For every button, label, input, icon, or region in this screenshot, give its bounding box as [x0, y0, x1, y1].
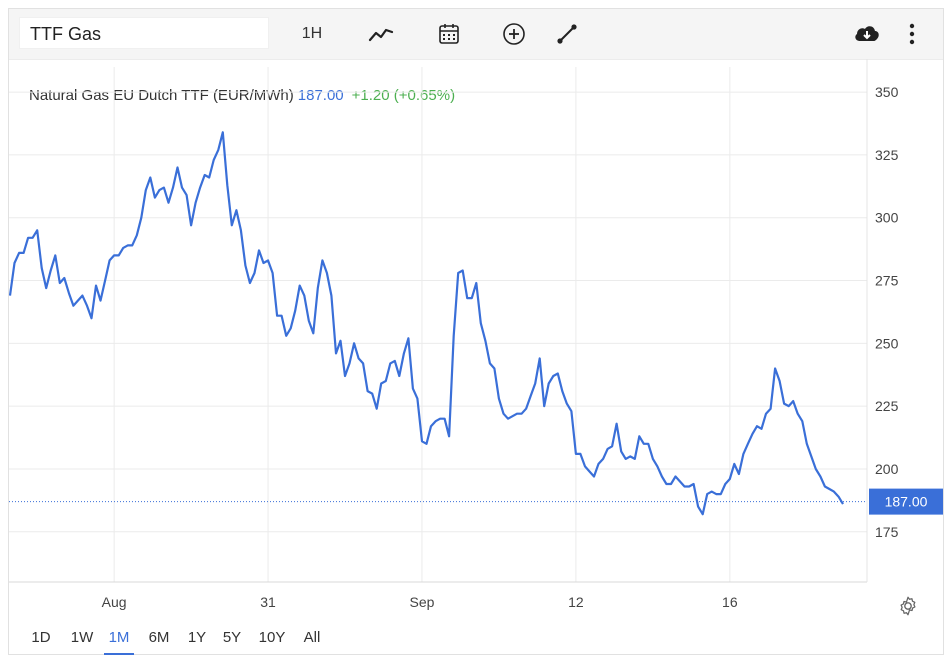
range-button-1w[interactable]: 1W	[64, 621, 100, 655]
cloud-download-icon[interactable]	[850, 17, 884, 51]
range-button-all[interactable]: All	[295, 621, 329, 655]
symbol-input[interactable]: TTF Gas	[19, 17, 269, 49]
x-tick-label: Aug	[102, 594, 127, 610]
interval-button[interactable]: 1H	[292, 17, 332, 51]
plus-circle-icon[interactable]	[497, 17, 531, 51]
x-tick-label: 16	[722, 594, 738, 610]
y-tick-label: 175	[875, 524, 899, 540]
calendar-icon[interactable]	[432, 17, 466, 51]
y-tick-label: 275	[875, 273, 899, 289]
range-button-5y[interactable]: 5Y	[216, 621, 248, 655]
chart-widget: TTF Gas 1H Natural Gas EU Dutch TTF (EUR…	[8, 8, 944, 655]
range-button-1y[interactable]: 1Y	[181, 621, 213, 655]
x-tick-label: Sep	[410, 594, 435, 610]
y-tick-label: 225	[875, 398, 899, 414]
price-line	[9, 131, 844, 516]
y-tick-label: 350	[875, 84, 899, 100]
range-button-1m[interactable]: 1M	[104, 621, 134, 655]
price-chart[interactable]: 350 325 300 275 250 225 200 175 Aug 31 Sep 12 16 18…	[9, 59, 945, 619]
x-tick-label: 12	[568, 594, 584, 610]
price-tag-label: 187.00	[885, 494, 928, 510]
toolbar: TTF Gas 1H	[9, 9, 943, 60]
line-chart-icon[interactable]	[364, 17, 398, 51]
draw-line-icon[interactable]	[550, 17, 584, 51]
range-button-10y[interactable]: 10Y	[252, 621, 292, 655]
x-tick-label: 31	[260, 594, 276, 610]
y-tick-label: 300	[875, 210, 899, 226]
range-button-1d[interactable]: 1D	[23, 621, 59, 655]
y-tick-label: 325	[875, 147, 899, 163]
y-tick-label: 250	[875, 335, 899, 351]
y-tick-label: 200	[875, 461, 899, 477]
more-vertical-icon[interactable]	[902, 17, 922, 51]
range-button-6m[interactable]: 6M	[141, 621, 177, 655]
settings-icon[interactable]	[897, 595, 919, 617]
